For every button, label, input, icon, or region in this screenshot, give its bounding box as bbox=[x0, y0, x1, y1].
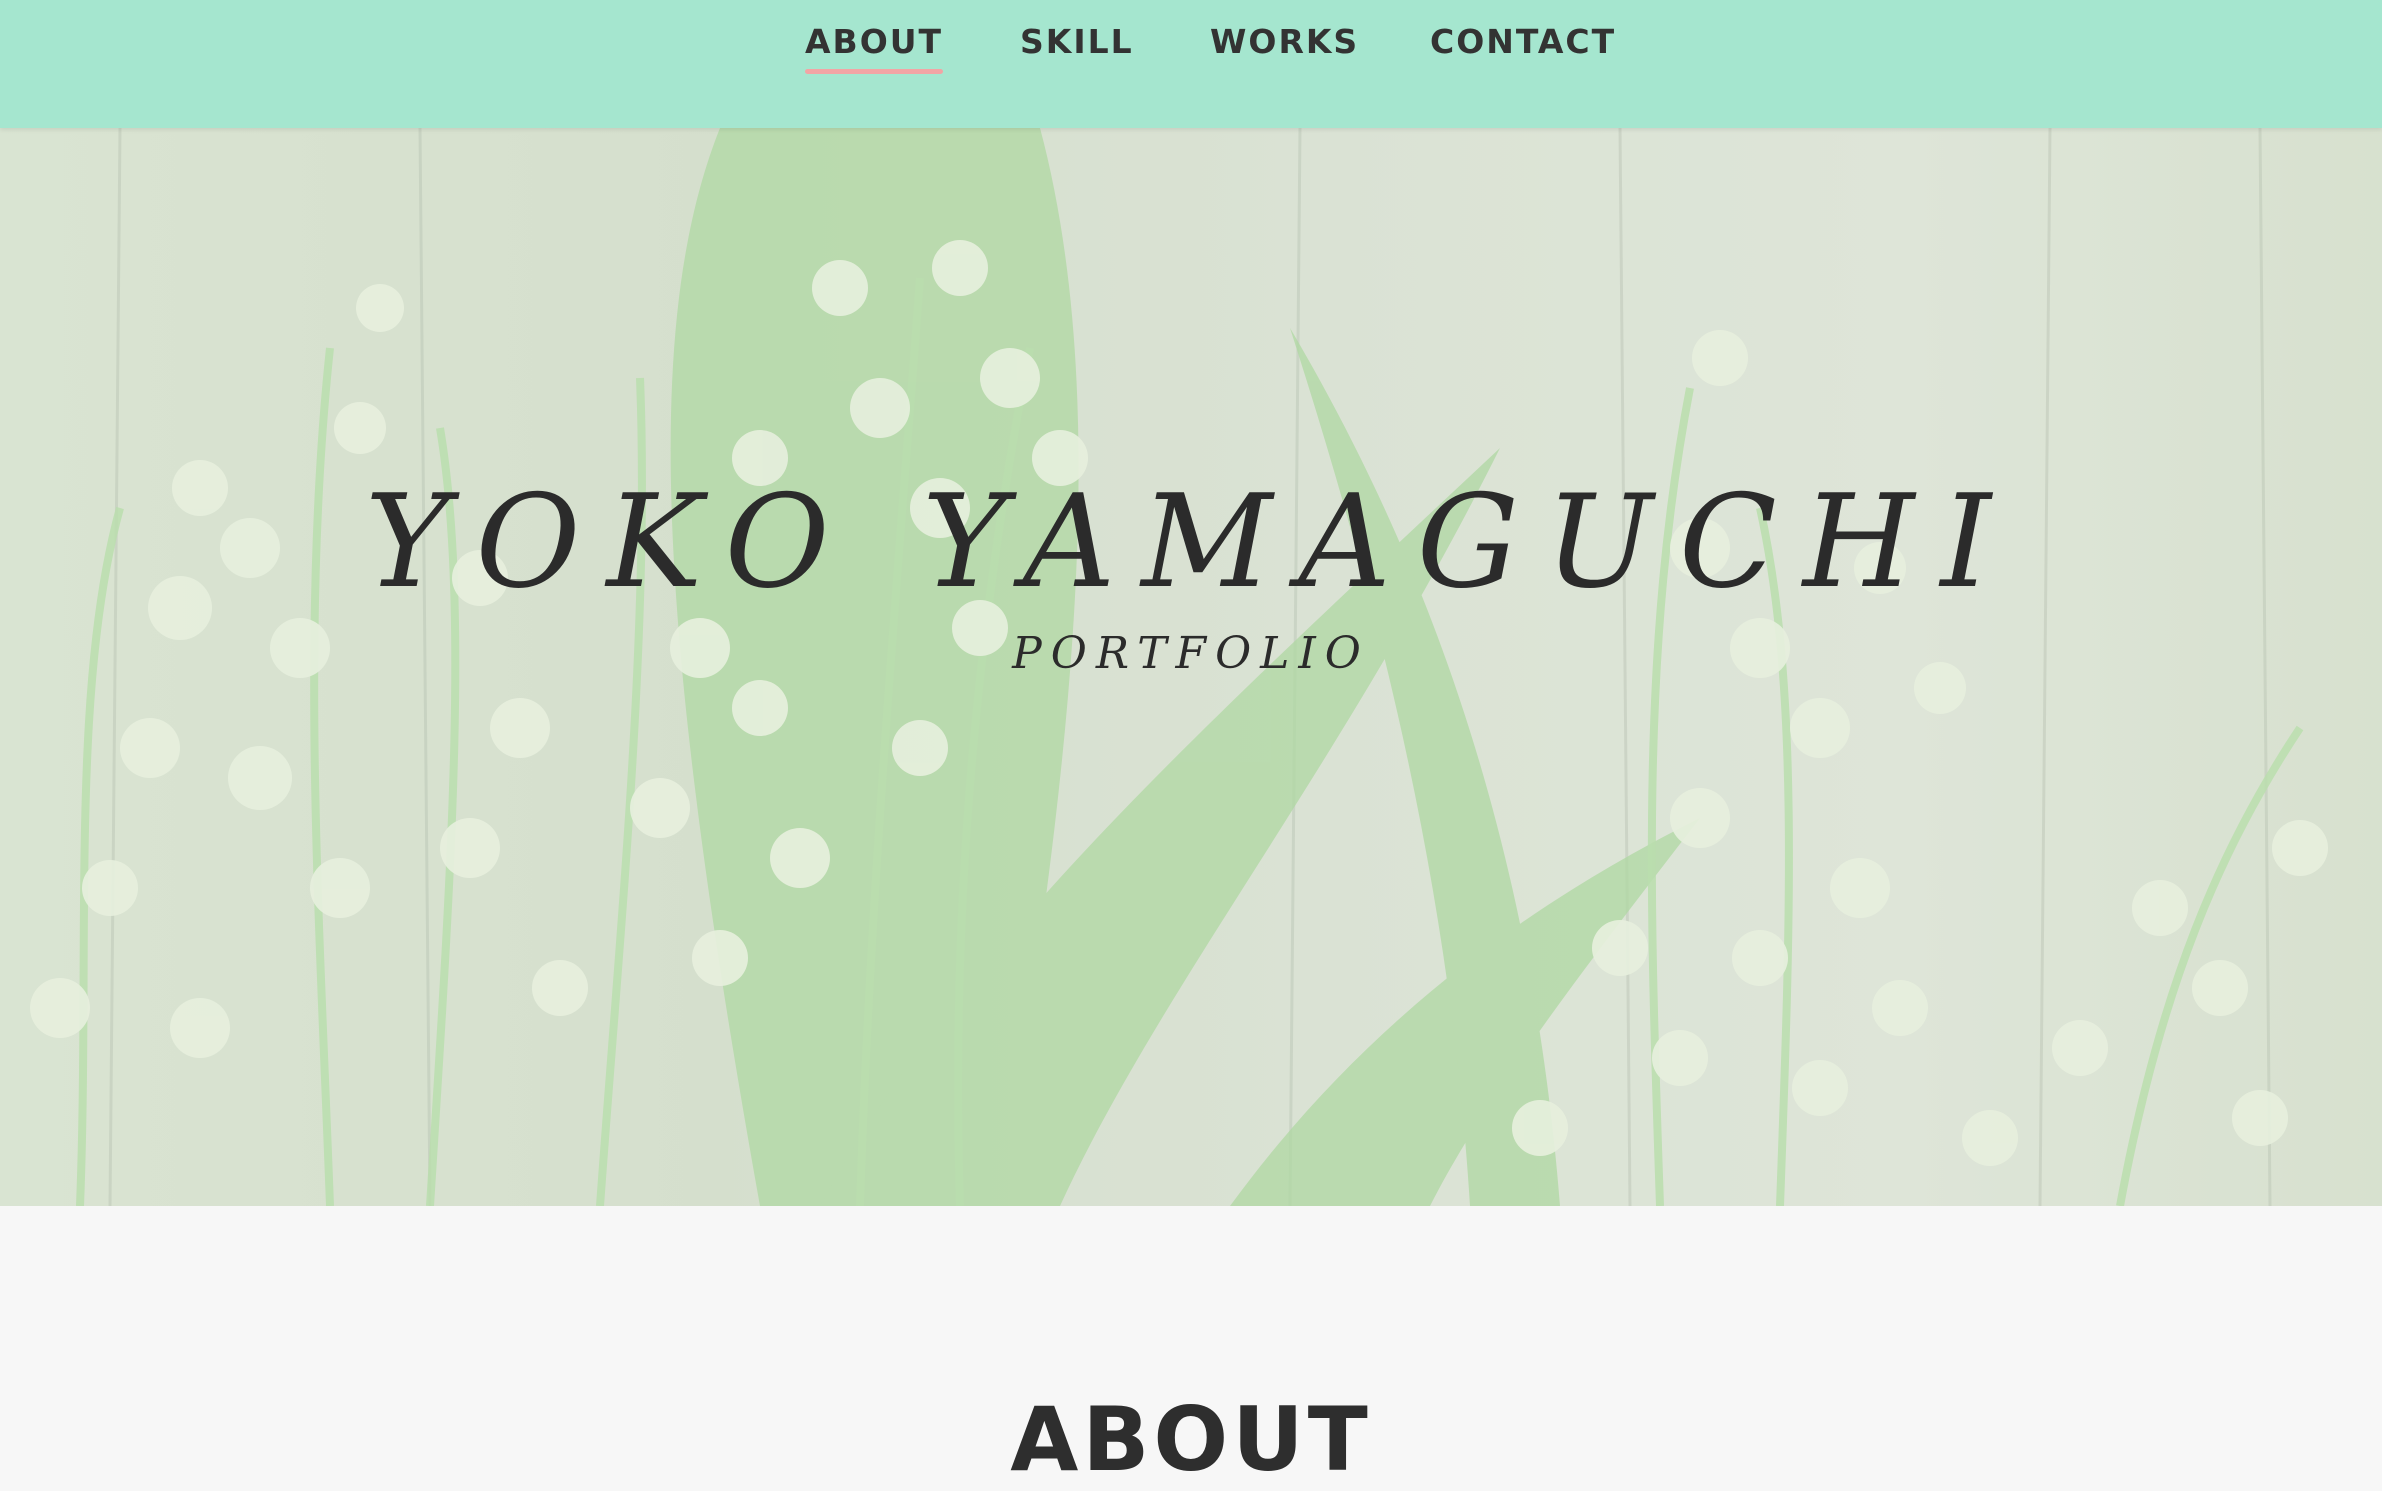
nav-item-contact[interactable]: CONTACT bbox=[1430, 22, 1616, 82]
about-section-heading: ABOUT bbox=[1010, 1388, 1372, 1491]
hero-title: YOKO YAMAGUCHI bbox=[365, 468, 2017, 617]
nav-item-works[interactable]: WORKS bbox=[1210, 22, 1359, 82]
nav-item-about[interactable]: ABOUT bbox=[805, 22, 944, 82]
nav-item-skill[interactable]: SKILL bbox=[1020, 22, 1134, 82]
top-navigation-bar: ABOUT SKILL WORKS CONTACT bbox=[0, 0, 2382, 128]
hero-subtitle: PORTFOLIO bbox=[1012, 628, 1370, 679]
hero-section: YOKO YAMAGUCHI PORTFOLIO bbox=[0, 128, 2382, 1206]
